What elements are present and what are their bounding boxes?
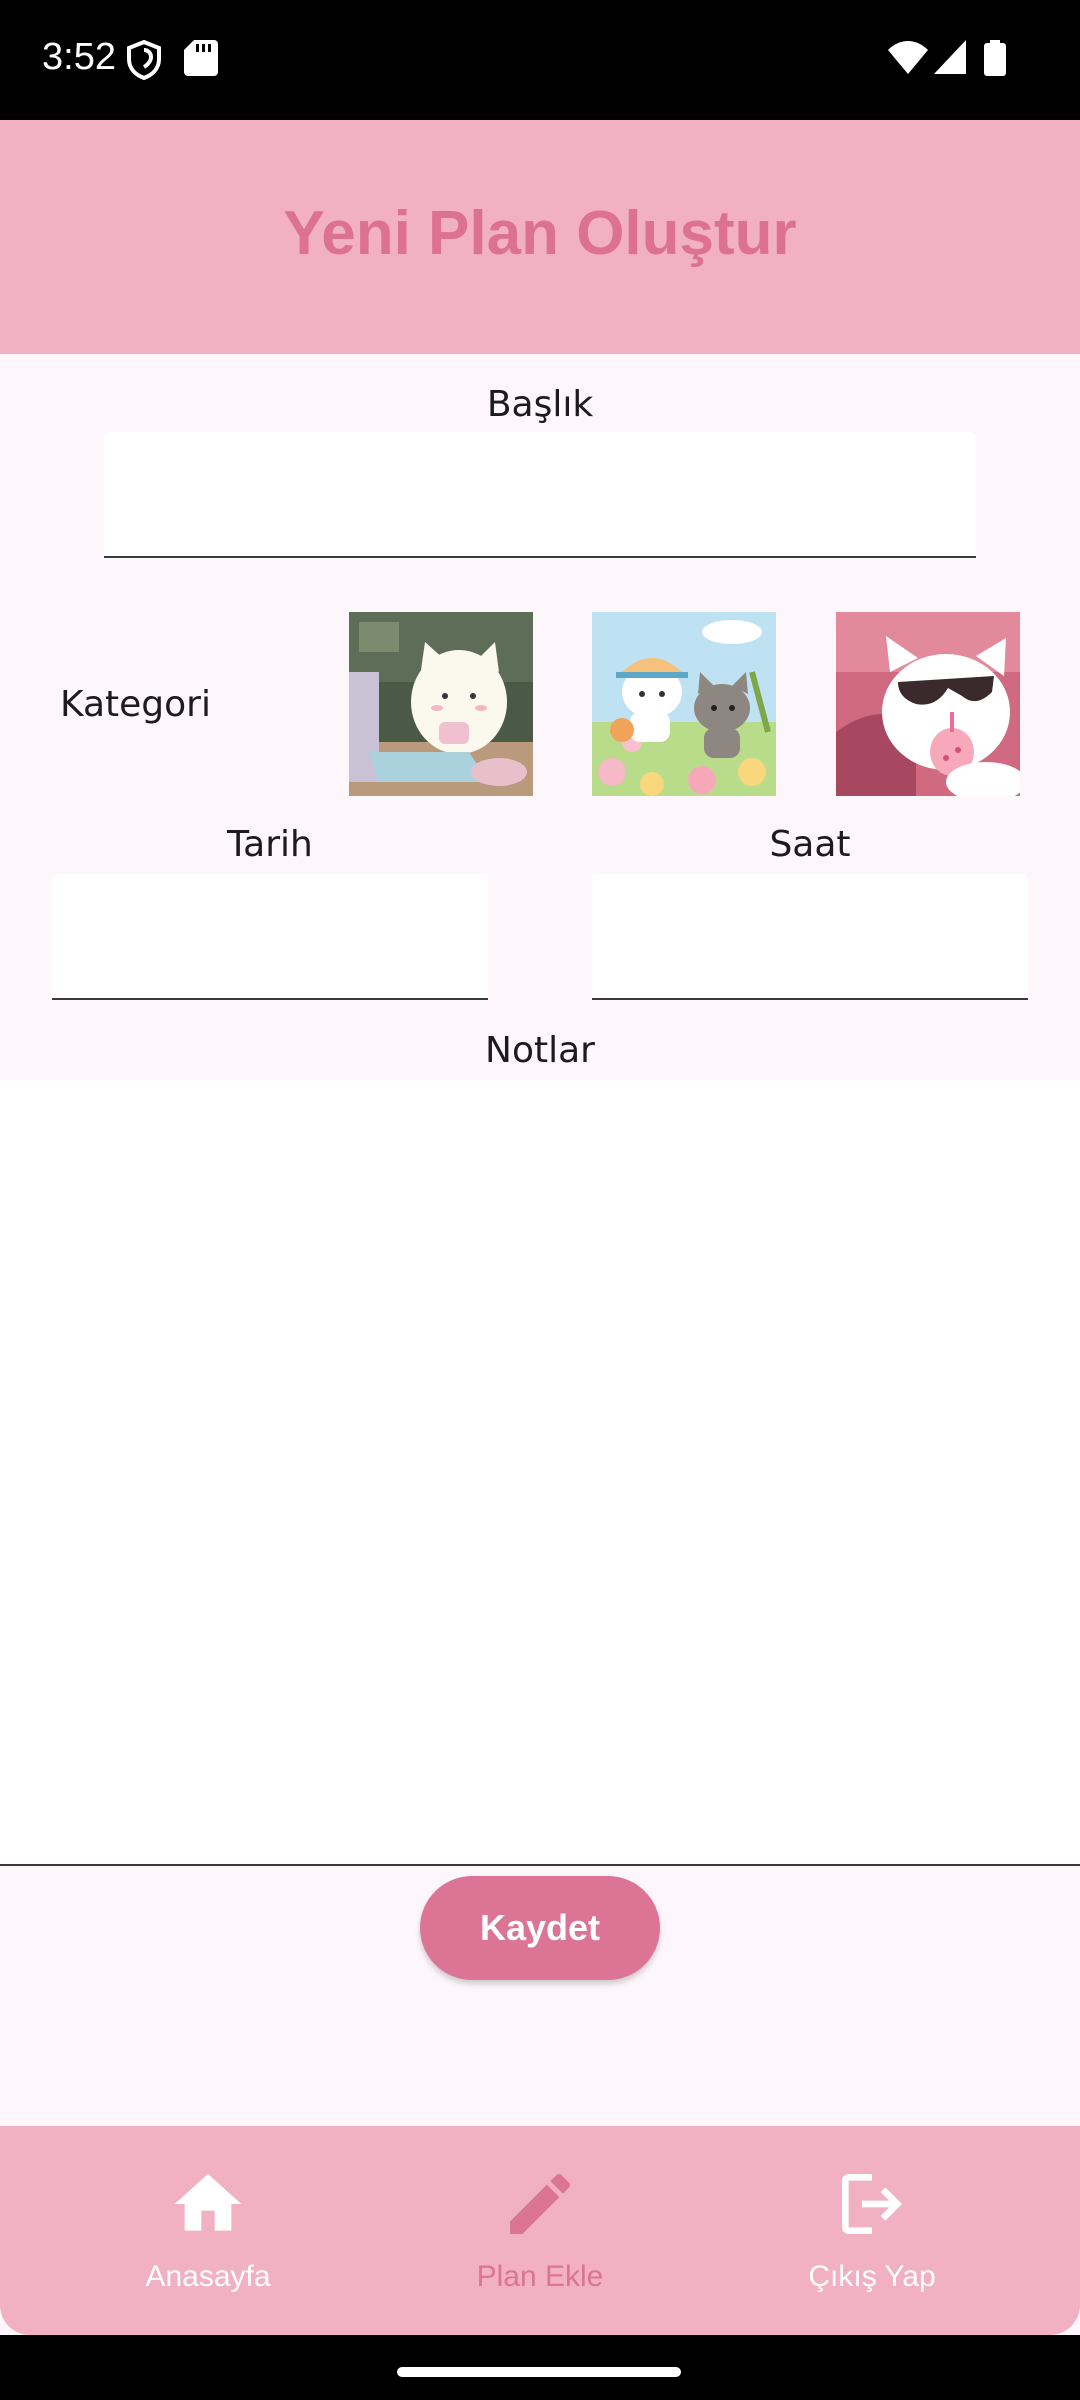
- nav-item-logout-label: Çıkış Yap: [808, 2260, 936, 2293]
- shield-icon: [127, 40, 161, 80]
- gesture-navigation-area: [0, 2335, 1080, 2400]
- sd-card-icon: [184, 40, 218, 76]
- title-input[interactable]: [104, 432, 976, 558]
- nav-item-home-label: Anasayfa: [145, 2260, 271, 2293]
- cat-at-computer-image: [349, 612, 533, 796]
- home-icon: [174, 2174, 242, 2231]
- battery-icon: [984, 40, 1006, 76]
- home-indicator[interactable]: [397, 2367, 681, 2377]
- cat-with-sunglasses-image: [836, 612, 1020, 796]
- nav-item-home[interactable]: Anasayfa: [28, 2126, 388, 2335]
- time-label: Saat: [769, 824, 851, 865]
- page-title: Yeni Plan Oluştur: [283, 199, 797, 268]
- category-label: Kategori: [60, 684, 211, 725]
- status-bar: 3:52: [0, 0, 1080, 120]
- nav-item-logout[interactable]: Çıkış Yap: [692, 2126, 1052, 2335]
- wifi-icon: [888, 41, 928, 74]
- new-plan-screen: Yeni Plan Oluştur Başlık Kategori Tarih …: [0, 120, 1080, 2335]
- category-option-fun[interactable]: [836, 612, 1020, 796]
- notes-input[interactable]: [0, 1080, 1080, 1866]
- date-input[interactable]: [52, 874, 488, 1000]
- time-input[interactable]: [592, 874, 1028, 1000]
- cats-in-flower-field-image: [592, 612, 776, 796]
- notes-label: Notlar: [485, 1030, 595, 1071]
- title-label: Başlık: [486, 384, 594, 425]
- logout-icon: [842, 2174, 902, 2234]
- save-button[interactable]: Kaydet: [420, 1876, 660, 1980]
- status-time: 3:52: [42, 36, 116, 78]
- pencil-icon: [510, 2173, 571, 2234]
- signal-icon: [934, 40, 966, 74]
- nav-item-add-plan[interactable]: Plan Ekle: [360, 2126, 720, 2335]
- category-option-work[interactable]: [349, 612, 533, 796]
- app-bar: Yeni Plan Oluştur: [0, 120, 1080, 354]
- bottom-navigation: Anasayfa Plan Ekle Çıkış Yap: [0, 2126, 1080, 2335]
- nav-item-add-plan-label: Plan Ekle: [476, 2260, 604, 2293]
- date-label: Tarih: [227, 824, 313, 865]
- category-option-outdoor[interactable]: [592, 612, 776, 796]
